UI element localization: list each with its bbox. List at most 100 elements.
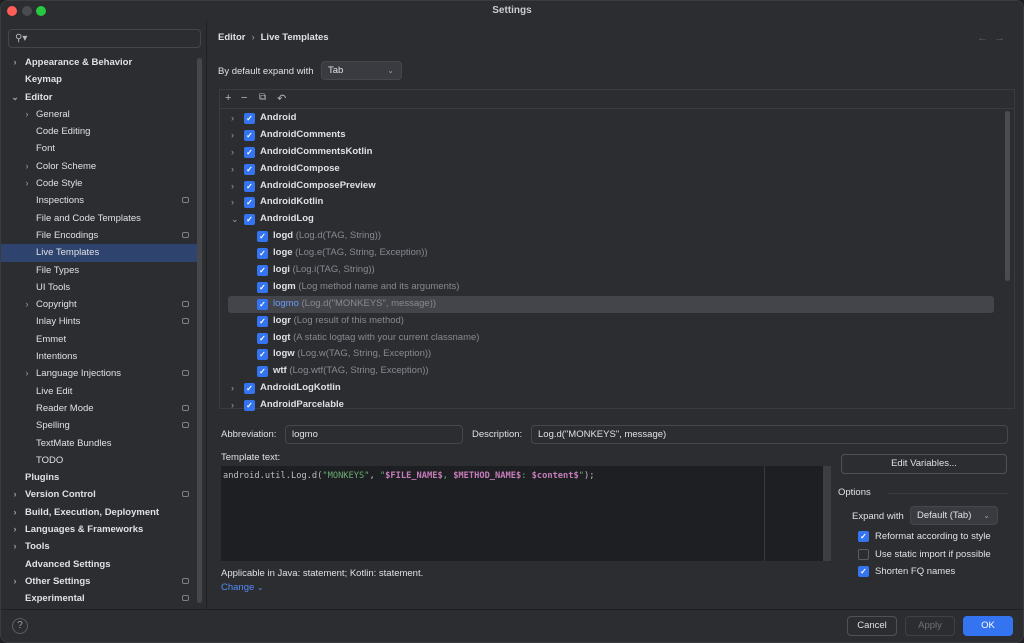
template-checkbox[interactable]: ✓ <box>244 197 255 209</box>
template-checkbox[interactable]: ✓ <box>257 332 268 344</box>
sidebar-scrollbar[interactable] <box>197 58 202 603</box>
template-row[interactable]: ✓ loge (Log.e(TAG, String, Exception)) <box>220 245 1004 262</box>
settings-search-input[interactable]: ⚲▾ <box>8 29 201 48</box>
template-checkbox[interactable]: ✓ <box>244 113 255 124</box>
sidebar-item-plugins[interactable]: Plugins <box>1 469 197 486</box>
template-checkbox[interactable]: ✓ <box>257 248 268 260</box>
sidebar-item-file-encodings[interactable]: File Encodings <box>1 227 197 244</box>
template-checkbox[interactable]: ✓ <box>257 265 268 277</box>
chevron-right-icon[interactable]: › <box>231 178 234 195</box>
back-arrow-icon[interactable]: ← <box>977 32 994 44</box>
template-checkbox[interactable]: ✓ <box>257 366 268 378</box>
chevron-right-icon[interactable]: › <box>10 538 20 555</box>
template-row[interactable]: ✓ logw (Log.w(TAG, String, Exception)) <box>220 346 1004 363</box>
template-checkbox[interactable]: ✓ <box>257 315 268 327</box>
abbreviation-input[interactable]: logmo <box>285 425 463 444</box>
template-checkbox[interactable]: ✓ <box>244 180 255 192</box>
maximize-window-button[interactable] <box>36 6 46 16</box>
sidebar-item-live-templates[interactable]: Live Templates <box>1 244 197 262</box>
chevron-right-icon[interactable]: › <box>22 296 32 313</box>
chevron-right-icon[interactable]: › <box>10 486 20 503</box>
template-checkbox[interactable]: ✓ <box>244 400 255 412</box>
template-row[interactable]: ✓ logm (Log method name and its arguments… <box>220 279 1004 296</box>
option-checkbox[interactable]: ✓ <box>858 566 869 577</box>
sidebar-item-code-style[interactable]: › Code Style <box>1 175 197 192</box>
description-input[interactable]: Log.d("MONKEYS", message) <box>531 425 1008 444</box>
template-checkbox[interactable]: ✓ <box>257 349 268 361</box>
template-group-row[interactable]: ⌄ ✓ AndroidLog <box>220 211 1004 228</box>
minimize-window-button[interactable] <box>22 6 32 16</box>
ok-button[interactable]: OK <box>963 616 1013 636</box>
sidebar-item-general[interactable]: › General <box>1 106 197 123</box>
template-group-row[interactable]: › ✓ AndroidCommentsKotlin <box>220 144 1004 161</box>
default-expand-dropdown[interactable]: Tab ⌄ <box>321 61 402 80</box>
chevron-right-icon[interactable]: › <box>10 521 20 538</box>
template-group-row[interactable]: › ✓ AndroidComments <box>220 127 1004 144</box>
sidebar-item-todo[interactable]: TODO <box>1 452 197 469</box>
restore-icon[interactable]: ↶ <box>277 92 286 105</box>
chevron-right-icon[interactable]: › <box>22 106 32 123</box>
chevron-right-icon[interactable]: › <box>10 573 20 590</box>
sidebar-item-intentions[interactable]: Intentions <box>1 348 197 365</box>
sidebar-item-appearance-behavior[interactable]: › Appearance & Behavior <box>1 54 197 71</box>
template-row[interactable]: ✓ wtf (Log.wtf(TAG, String, Exception)) <box>220 363 1004 380</box>
template-checkbox[interactable]: ✓ <box>244 129 255 141</box>
remove-icon[interactable]: − <box>241 92 247 104</box>
apply-button[interactable]: Apply <box>905 616 955 636</box>
templates-scrollbar[interactable] <box>1005 111 1010 281</box>
option-checkbox[interactable]: ✓ <box>858 531 869 542</box>
forward-arrow-icon[interactable]: → <box>994 32 1011 44</box>
template-row[interactable]: ✓ logmo (Log.d("MONKEYS", message)) <box>228 295 994 313</box>
sidebar-item-code-editing[interactable]: Code Editing <box>1 123 197 140</box>
edit-variables-button[interactable]: Edit Variables... <box>841 454 1007 474</box>
add-icon[interactable]: + <box>225 92 231 104</box>
template-checkbox[interactable]: ✓ <box>257 298 268 310</box>
sidebar-item-tools[interactable]: › Tools <box>1 538 197 555</box>
sidebar-item-inlay-hints[interactable]: Inlay Hints <box>1 313 197 330</box>
chevron-right-icon[interactable]: › <box>231 144 234 161</box>
sidebar-item-version-control[interactable]: › Version Control <box>1 486 197 503</box>
template-row[interactable]: ✓ logr (Log result of this method) <box>220 313 1004 330</box>
template-checkbox[interactable]: ✓ <box>244 214 255 226</box>
change-contexts-link[interactable]: Change ⌄ <box>221 582 264 593</box>
template-checkbox[interactable]: ✓ <box>257 231 268 243</box>
sidebar-item-copyright[interactable]: › Copyright <box>1 296 197 313</box>
chevron-right-icon[interactable]: › <box>22 158 32 175</box>
sidebar-item-live-edit[interactable]: Live Edit <box>1 383 197 400</box>
sidebar-item-build-execution-deployment[interactable]: › Build, Execution, Deployment <box>1 504 197 521</box>
template-group-row[interactable]: › ✓ AndroidCompose <box>220 161 1004 178</box>
template-checkbox[interactable]: ✓ <box>244 146 255 158</box>
sidebar-item-keymap[interactable]: Keymap <box>1 71 197 88</box>
cancel-button[interactable]: Cancel <box>847 616 897 636</box>
template-checkbox[interactable]: ✓ <box>244 163 255 175</box>
sidebar-item-language-injections[interactable]: › Language Injections <box>1 365 197 382</box>
breadcrumb-parent[interactable]: Editor <box>218 32 245 43</box>
template-text-editor[interactable]: android.util.Log.d("MONKEYS", "$FILE_NAM… <box>221 466 831 561</box>
sidebar-item-ui-tools[interactable]: UI Tools <box>1 279 197 296</box>
editor-scrollbar[interactable] <box>823 466 831 561</box>
chevron-right-icon[interactable]: › <box>10 504 20 521</box>
template-checkbox[interactable]: ✓ <box>257 281 268 293</box>
chevron-right-icon[interactable]: › <box>231 110 234 127</box>
sidebar-item-experimental[interactable]: Experimental <box>1 590 197 607</box>
help-button[interactable]: ? <box>12 618 28 634</box>
sidebar-item-languages-frameworks[interactable]: › Languages & Frameworks <box>1 521 197 538</box>
chevron-right-icon[interactable]: › <box>231 194 234 211</box>
copy-icon[interactable]: ⧉ <box>259 92 266 103</box>
option-checkbox[interactable] <box>858 548 869 560</box>
template-row[interactable]: ✓ logd (Log.d(TAG, String)) <box>220 228 1004 245</box>
sidebar-item-font[interactable]: Font <box>1 140 197 157</box>
sidebar-item-reader-mode[interactable]: Reader Mode <box>1 400 197 417</box>
chevron-right-icon[interactable]: › <box>231 127 234 144</box>
template-group-row[interactable]: › ✓ AndroidParcelable <box>220 397 1004 414</box>
template-group-row[interactable]: › ✓ AndroidLogKotlin <box>220 380 1004 397</box>
sidebar-item-other-settings[interactable]: › Other Settings <box>1 573 197 590</box>
chevron-right-icon[interactable]: › <box>10 54 20 71</box>
chevron-right-icon[interactable]: › <box>231 380 234 397</box>
expand-with-dropdown[interactable]: Default (Tab) ⌄ <box>910 506 998 525</box>
close-window-button[interactable] <box>7 6 17 16</box>
chevron-right-icon[interactable]: › <box>231 397 234 414</box>
sidebar-item-editor[interactable]: ⌄ Editor <box>1 89 197 106</box>
template-group-row[interactable]: › ✓ AndroidComposePreview <box>220 178 1004 195</box>
template-row[interactable]: ✓ logt (A static logtag with your current… <box>220 330 1004 347</box>
